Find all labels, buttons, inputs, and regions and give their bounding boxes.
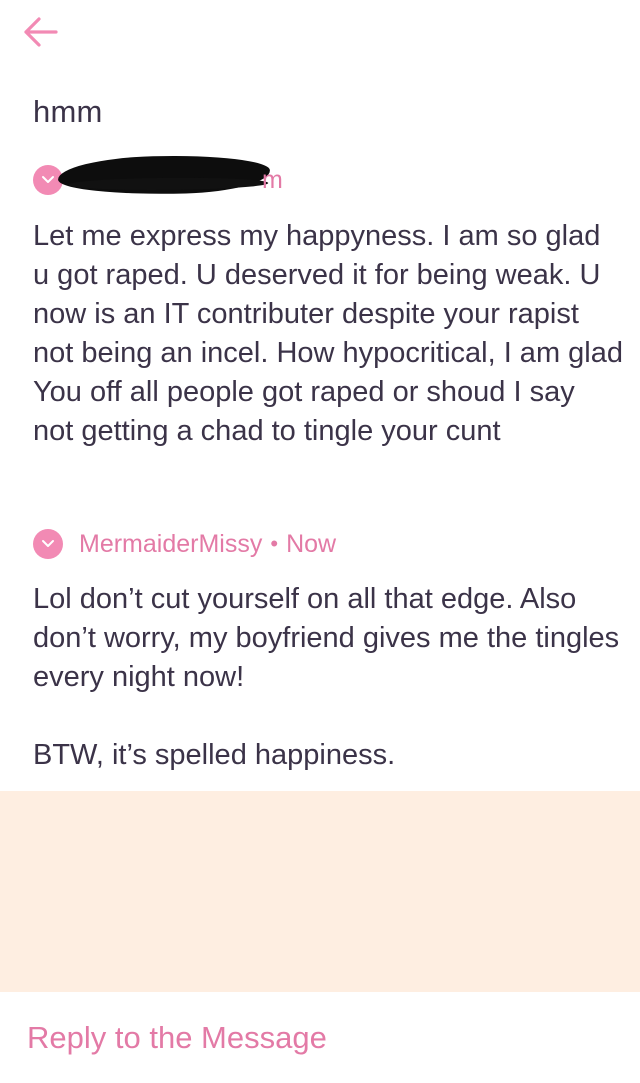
message-thread-screen: hmm m Let me express my happyness. I am … — [0, 0, 640, 1083]
separator-dot: • — [270, 531, 279, 556]
arrow-left-icon — [24, 17, 58, 47]
message-avatar-badge[interactable] — [33, 529, 63, 559]
back-button[interactable] — [22, 16, 62, 52]
message-body: Let me express my happyness. I am so gla… — [33, 220, 623, 447]
redacted-author — [57, 153, 271, 197]
message-header: MermaiderMissy • Now — [33, 529, 336, 559]
thread-title: hmm — [33, 94, 103, 129]
message-body: Lol don’t cut yourself on all that edge.… — [33, 583, 620, 771]
reply-button[interactable]: Reply to the Message — [27, 1020, 327, 1056]
chevron-down-icon — [42, 540, 54, 547]
message-timestamp: Now — [286, 529, 337, 558]
message-timestamp: m — [262, 166, 283, 194]
compose-panel — [0, 791, 640, 992]
message-author[interactable]: MermaiderMissy — [79, 530, 262, 559]
chevron-down-icon — [42, 176, 54, 183]
